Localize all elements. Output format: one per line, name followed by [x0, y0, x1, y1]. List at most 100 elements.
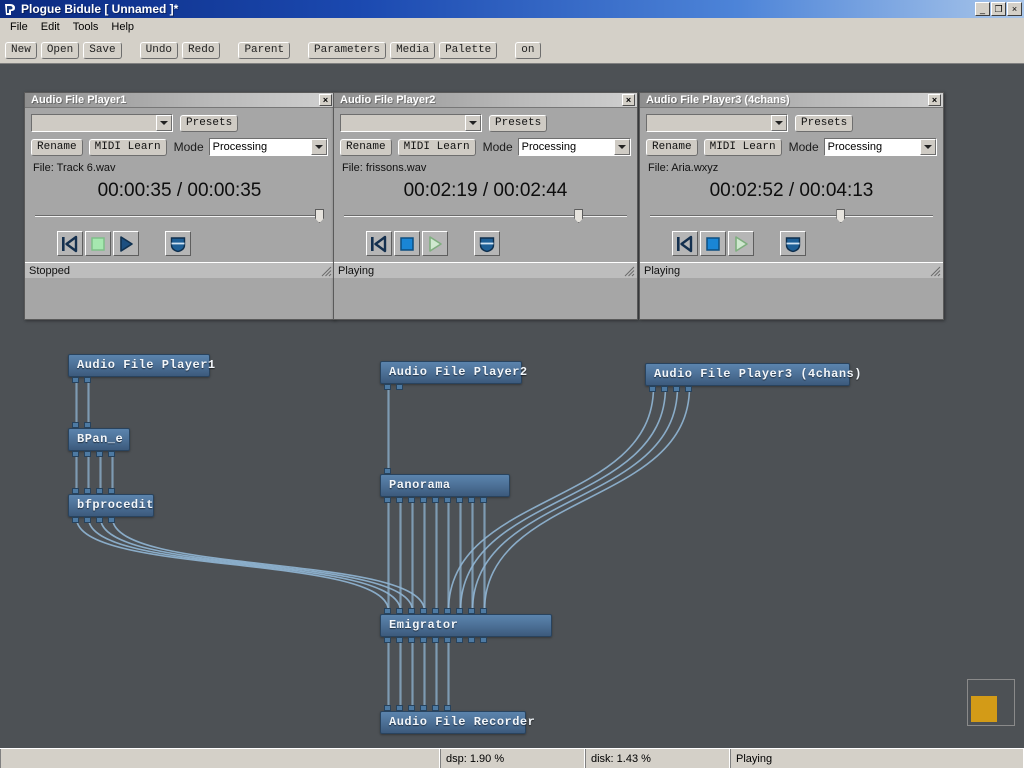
graph-node-bfpro[interactable]: bfprocedit [68, 488, 154, 523]
port-output-3[interactable] [685, 386, 692, 392]
presets-button[interactable]: Presets [180, 114, 239, 132]
port-input-2[interactable] [408, 705, 415, 711]
midi-learn-button[interactable]: MIDI Learn [397, 138, 476, 156]
plugin-window-close-button[interactable]: × [319, 94, 332, 106]
port-input-3[interactable] [108, 488, 115, 494]
port-input-0[interactable] [384, 705, 391, 711]
port-input-2[interactable] [408, 608, 415, 614]
connection-wire[interactable] [471, 386, 679, 612]
port-output-6[interactable] [456, 637, 463, 643]
stop-button[interactable] [700, 231, 726, 256]
toolbar-on-button[interactable]: on [515, 41, 541, 59]
chevron-down-icon[interactable] [156, 115, 172, 131]
menu-item-edit[interactable]: Edit [36, 19, 68, 36]
connection-wire[interactable] [111, 517, 426, 612]
port-input-4[interactable] [432, 608, 439, 614]
minimize-button[interactable]: _ [975, 2, 990, 16]
port-output-2[interactable] [96, 517, 103, 523]
position-slider[interactable] [650, 209, 933, 223]
port-output-2[interactable] [408, 637, 415, 643]
port-output-8[interactable] [480, 497, 487, 503]
port-output-3[interactable] [108, 517, 115, 523]
mode-combo[interactable]: Processing [517, 138, 631, 156]
plugin-window-titlebar[interactable]: Audio File Player1 × [25, 93, 334, 108]
graph-node-afp1[interactable]: Audio File Player1 [68, 354, 215, 383]
menu-item-tools[interactable]: Tools [68, 19, 107, 36]
port-input-1[interactable] [84, 422, 91, 428]
resize-grip-icon[interactable] [930, 266, 941, 277]
midi-learn-button[interactable]: MIDI Learn [703, 138, 782, 156]
play-button[interactable] [728, 231, 754, 256]
port-output-5[interactable] [444, 497, 451, 503]
port-output-2[interactable] [96, 451, 103, 457]
port-output-1[interactable] [661, 386, 668, 392]
port-output-7[interactable] [468, 637, 475, 643]
port-output-1[interactable] [396, 384, 403, 390]
port-output-0[interactable] [649, 386, 656, 392]
port-input-5[interactable] [444, 608, 451, 614]
connection-wire[interactable] [87, 517, 402, 612]
position-slider[interactable] [35, 209, 324, 223]
port-output-0[interactable] [384, 384, 391, 390]
port-input-3[interactable] [420, 608, 427, 614]
port-input-0[interactable] [72, 488, 79, 494]
toolbar-palette-button[interactable]: Palette [439, 41, 498, 59]
port-output-1[interactable] [396, 637, 403, 643]
position-slider[interactable] [344, 209, 627, 223]
toolbar-new-button[interactable]: New [5, 41, 37, 59]
port-input-7[interactable] [468, 608, 475, 614]
port-output-3[interactable] [108, 451, 115, 457]
port-input-1[interactable] [84, 488, 91, 494]
chevron-down-icon[interactable] [465, 115, 481, 131]
port-output-2[interactable] [408, 497, 415, 503]
port-output-4[interactable] [432, 637, 439, 643]
port-input-0[interactable] [384, 608, 391, 614]
port-output-1[interactable] [396, 497, 403, 503]
port-output-0[interactable] [72, 377, 79, 383]
port-output-0[interactable] [72, 451, 79, 457]
resize-grip-icon[interactable] [321, 266, 332, 277]
minimap-viewport[interactable] [971, 696, 997, 722]
port-input-1[interactable] [396, 608, 403, 614]
restore-button[interactable]: ❐ [991, 2, 1006, 16]
plugin-window-player3[interactable]: Audio File Player3 (4chans) × Presets Renam… [639, 92, 944, 320]
graph-node-bpan[interactable]: BPan_e [68, 422, 130, 457]
resize-grip-icon[interactable] [624, 266, 635, 277]
toolbar-parameters-button[interactable]: Parameters [308, 41, 387, 59]
toolbar-parent-button[interactable]: Parent [238, 41, 291, 59]
port-input-5[interactable] [444, 705, 451, 711]
toolbar-redo-button[interactable]: Redo [182, 41, 221, 59]
rewind-button[interactable] [672, 231, 698, 256]
port-output-1[interactable] [84, 517, 91, 523]
port-output-2[interactable] [673, 386, 680, 392]
midi-learn-button[interactable]: MIDI Learn [88, 138, 167, 156]
toolbar-undo-button[interactable]: Undo [139, 41, 179, 59]
slider-thumb[interactable] [315, 209, 324, 223]
plugin-window-close-button[interactable]: × [622, 94, 635, 106]
plugin-window-titlebar[interactable]: Audio File Player2 × [334, 93, 637, 108]
port-output-8[interactable] [480, 637, 487, 643]
chevron-down-icon[interactable] [920, 139, 936, 155]
chevron-down-icon[interactable] [614, 139, 630, 155]
port-input-4[interactable] [432, 705, 439, 711]
connection-wire[interactable] [99, 517, 414, 612]
graph-node-afp2[interactable]: Audio File Player2 [380, 361, 527, 390]
port-input-0[interactable] [72, 422, 79, 428]
port-output-6[interactable] [456, 497, 463, 503]
chevron-down-icon[interactable] [771, 115, 787, 131]
presets-button[interactable]: Presets [795, 114, 854, 132]
rewind-button[interactable] [366, 231, 392, 256]
slider-thumb[interactable] [836, 209, 846, 223]
plugin-window-player2[interactable]: Audio File Player2 × Presets Rename MIDI Lea… [333, 92, 638, 320]
load-file-button[interactable] [474, 231, 500, 256]
port-output-3[interactable] [420, 497, 427, 503]
mode-combo[interactable]: Processing [208, 138, 328, 156]
menu-item-file[interactable]: File [5, 19, 36, 36]
port-output-7[interactable] [468, 497, 475, 503]
toolbar-save-button[interactable]: Save [83, 41, 122, 59]
preset-combo[interactable] [31, 114, 173, 132]
slider-thumb[interactable] [574, 209, 584, 223]
graph-node-emig[interactable]: Emigrator [380, 608, 552, 643]
chevron-down-icon[interactable] [311, 139, 327, 155]
load-file-button[interactable] [780, 231, 806, 256]
